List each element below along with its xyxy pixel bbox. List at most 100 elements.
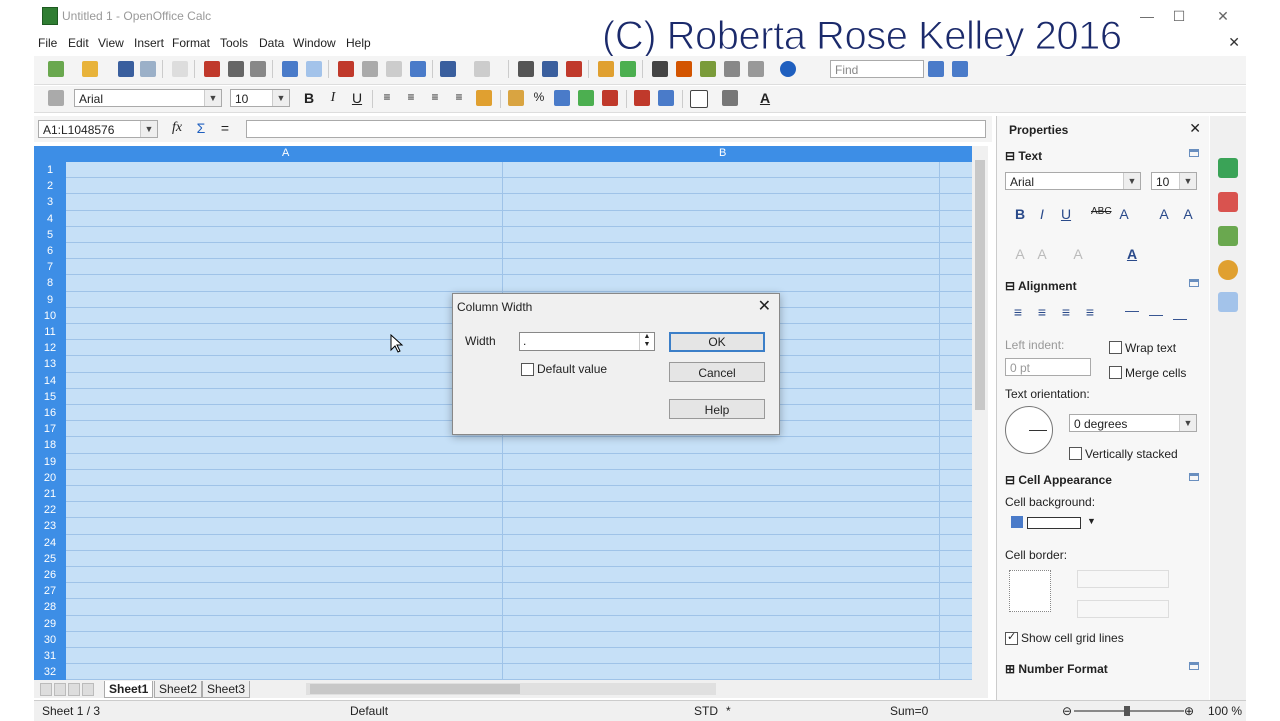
wrap-text-checkbox[interactable] <box>1109 341 1122 354</box>
fill-bucket-icon[interactable] <box>1011 516 1023 528</box>
row-header-22[interactable]: 22 <box>34 502 66 518</box>
sidebar-font-name[interactable]: Arial ▼ <box>1005 172 1141 190</box>
row-header-12[interactable]: 12 <box>34 340 66 356</box>
italic-icon[interactable]: I <box>324 90 342 106</box>
chevron-down-icon[interactable]: ▼ <box>1123 173 1140 189</box>
prev-sheet-icon[interactable] <box>54 683 66 696</box>
row-header-17[interactable]: 17 <box>34 421 66 437</box>
name-box[interactable]: A1:L1048576 ▼ <box>38 120 158 138</box>
zoom-level[interactable]: 100 % <box>1208 704 1242 718</box>
vertically-stacked-checkbox[interactable] <box>1069 447 1082 460</box>
row-header-29[interactable]: 29 <box>34 616 66 632</box>
align-bottom-icon[interactable]: — <box>1171 310 1189 326</box>
chart-icon[interactable] <box>598 61 614 77</box>
show-grid-checkbox[interactable] <box>1005 630 1018 645</box>
decrease-indent-icon[interactable] <box>634 90 650 106</box>
more-options-icon[interactable] <box>1189 149 1199 157</box>
font-color-icon[interactable]: A <box>756 90 774 106</box>
row-header-30[interactable]: 30 <box>34 632 66 648</box>
background-color-swatch[interactable] <box>1027 517 1081 529</box>
menu-edit[interactable]: Edit <box>68 36 89 50</box>
menu-help[interactable]: Help <box>346 36 371 50</box>
row-header-4[interactable]: 4 <box>34 211 66 227</box>
row-header-10[interactable]: 10 <box>34 308 66 324</box>
menu-window[interactable]: Window <box>293 36 336 50</box>
clone-formatting-icon[interactable] <box>410 61 426 77</box>
alignment-section-title[interactable]: ⊟ Alignment <box>1005 279 1077 293</box>
row-header-31[interactable]: 31 <box>34 648 66 664</box>
increase-indent-icon[interactable] <box>658 90 674 106</box>
first-sheet-icon[interactable] <box>40 683 52 696</box>
close-document-icon[interactable]: ✕ <box>1228 34 1240 51</box>
cancel-button[interactable]: Cancel <box>669 362 765 382</box>
menu-insert[interactable]: Insert <box>134 36 164 50</box>
close-dialog-icon[interactable]: ✕ <box>758 296 771 316</box>
close-window-icon[interactable]: ✕ <box>1208 6 1238 26</box>
copy-icon[interactable] <box>362 61 378 77</box>
minimize-icon[interactable]: — <box>1132 6 1162 26</box>
zoom-out-icon[interactable]: ⊖ <box>1062 704 1072 718</box>
chevron-down-icon[interactable]: ▼ <box>272 90 289 106</box>
find-previous-icon[interactable] <box>952 61 968 77</box>
shrink-font-icon[interactable]: A <box>1179 206 1197 222</box>
width-spinner[interactable]: ▲ ▼ <box>639 333 654 350</box>
row-header-24[interactable]: 24 <box>34 535 66 551</box>
sheet-tab-1[interactable]: Sheet1 <box>104 681 154 698</box>
page-preview-icon[interactable] <box>250 61 266 77</box>
redo-icon[interactable] <box>474 61 490 77</box>
sort-descending-icon[interactable] <box>566 61 582 77</box>
row-header-20[interactable]: 20 <box>34 470 66 486</box>
gallery-icon[interactable] <box>700 61 716 77</box>
bold-icon[interactable]: B <box>1011 206 1029 222</box>
next-sheet-icon[interactable] <box>68 683 80 696</box>
background-color-icon[interactable] <box>722 90 738 106</box>
cut-icon[interactable] <box>338 61 354 77</box>
row-header-3[interactable]: 3 <box>34 194 66 210</box>
more-options-icon[interactable] <box>1189 473 1199 481</box>
align-right-icon[interactable]: ≡ <box>1057 304 1075 320</box>
styles-tab-icon[interactable] <box>1218 192 1238 212</box>
paste-icon[interactable] <box>386 61 402 77</box>
zoom-slider-knob[interactable] <box>1124 706 1130 716</box>
row-header-32[interactable]: 32 <box>34 664 66 680</box>
find-next-icon[interactable] <box>928 61 944 77</box>
justify-icon[interactable]: ≡ <box>1081 304 1099 320</box>
row-header-18[interactable]: 18 <box>34 437 66 453</box>
text-section-title[interactable]: ⊟ Text <box>1005 149 1042 163</box>
row-header-25[interactable]: 25 <box>34 551 66 567</box>
row-header-26[interactable]: 26 <box>34 567 66 583</box>
navigator-tab-icon[interactable] <box>1218 260 1238 280</box>
row-header-13[interactable]: 13 <box>34 356 66 372</box>
last-sheet-icon[interactable] <box>82 683 94 696</box>
chevron-down-icon[interactable]: ▼ <box>1179 415 1196 431</box>
email-icon[interactable] <box>140 61 156 77</box>
row-header-14[interactable]: 14 <box>34 373 66 389</box>
row-header-15[interactable]: 15 <box>34 389 66 405</box>
horizontal-scrollbar[interactable] <box>306 683 716 695</box>
data-sources-icon[interactable] <box>724 61 740 77</box>
shadow-icon[interactable]: A <box>1115 206 1133 222</box>
chevron-down-icon[interactable]: ▼ <box>140 121 157 137</box>
column-header-b[interactable]: B <box>719 147 726 159</box>
new-document-icon[interactable] <box>48 61 64 77</box>
help-button[interactable]: Help <box>669 399 765 419</box>
function-wizard-icon[interactable]: fx <box>168 120 186 136</box>
export-pdf-icon[interactable] <box>204 61 220 77</box>
align-left-icon[interactable]: ≡ <box>1009 304 1027 320</box>
row-header-6[interactable]: 6 <box>34 243 66 259</box>
font-size-box[interactable]: 10 ▼ <box>230 89 290 107</box>
number-format-section-title[interactable]: ⊞ Number Format <box>1005 662 1108 676</box>
row-header-11[interactable]: 11 <box>34 324 66 340</box>
row-header-8[interactable]: 8 <box>34 275 66 291</box>
row-header-27[interactable]: 27 <box>34 583 66 599</box>
italic-icon[interactable]: I <box>1033 206 1051 222</box>
function-icon[interactable]: = <box>216 120 234 136</box>
align-center-icon[interactable]: ≡ <box>1033 304 1051 320</box>
gallery-tab-icon[interactable] <box>1218 226 1238 246</box>
left-indent-input[interactable]: 0 pt <box>1005 358 1091 376</box>
scrollbar-thumb[interactable] <box>975 160 985 410</box>
page-style[interactable]: Default <box>350 704 388 718</box>
chevron-down-icon[interactable]: ▼ <box>204 90 221 106</box>
sum-icon[interactable]: Σ <box>192 120 210 136</box>
borders-icon[interactable] <box>690 90 708 108</box>
